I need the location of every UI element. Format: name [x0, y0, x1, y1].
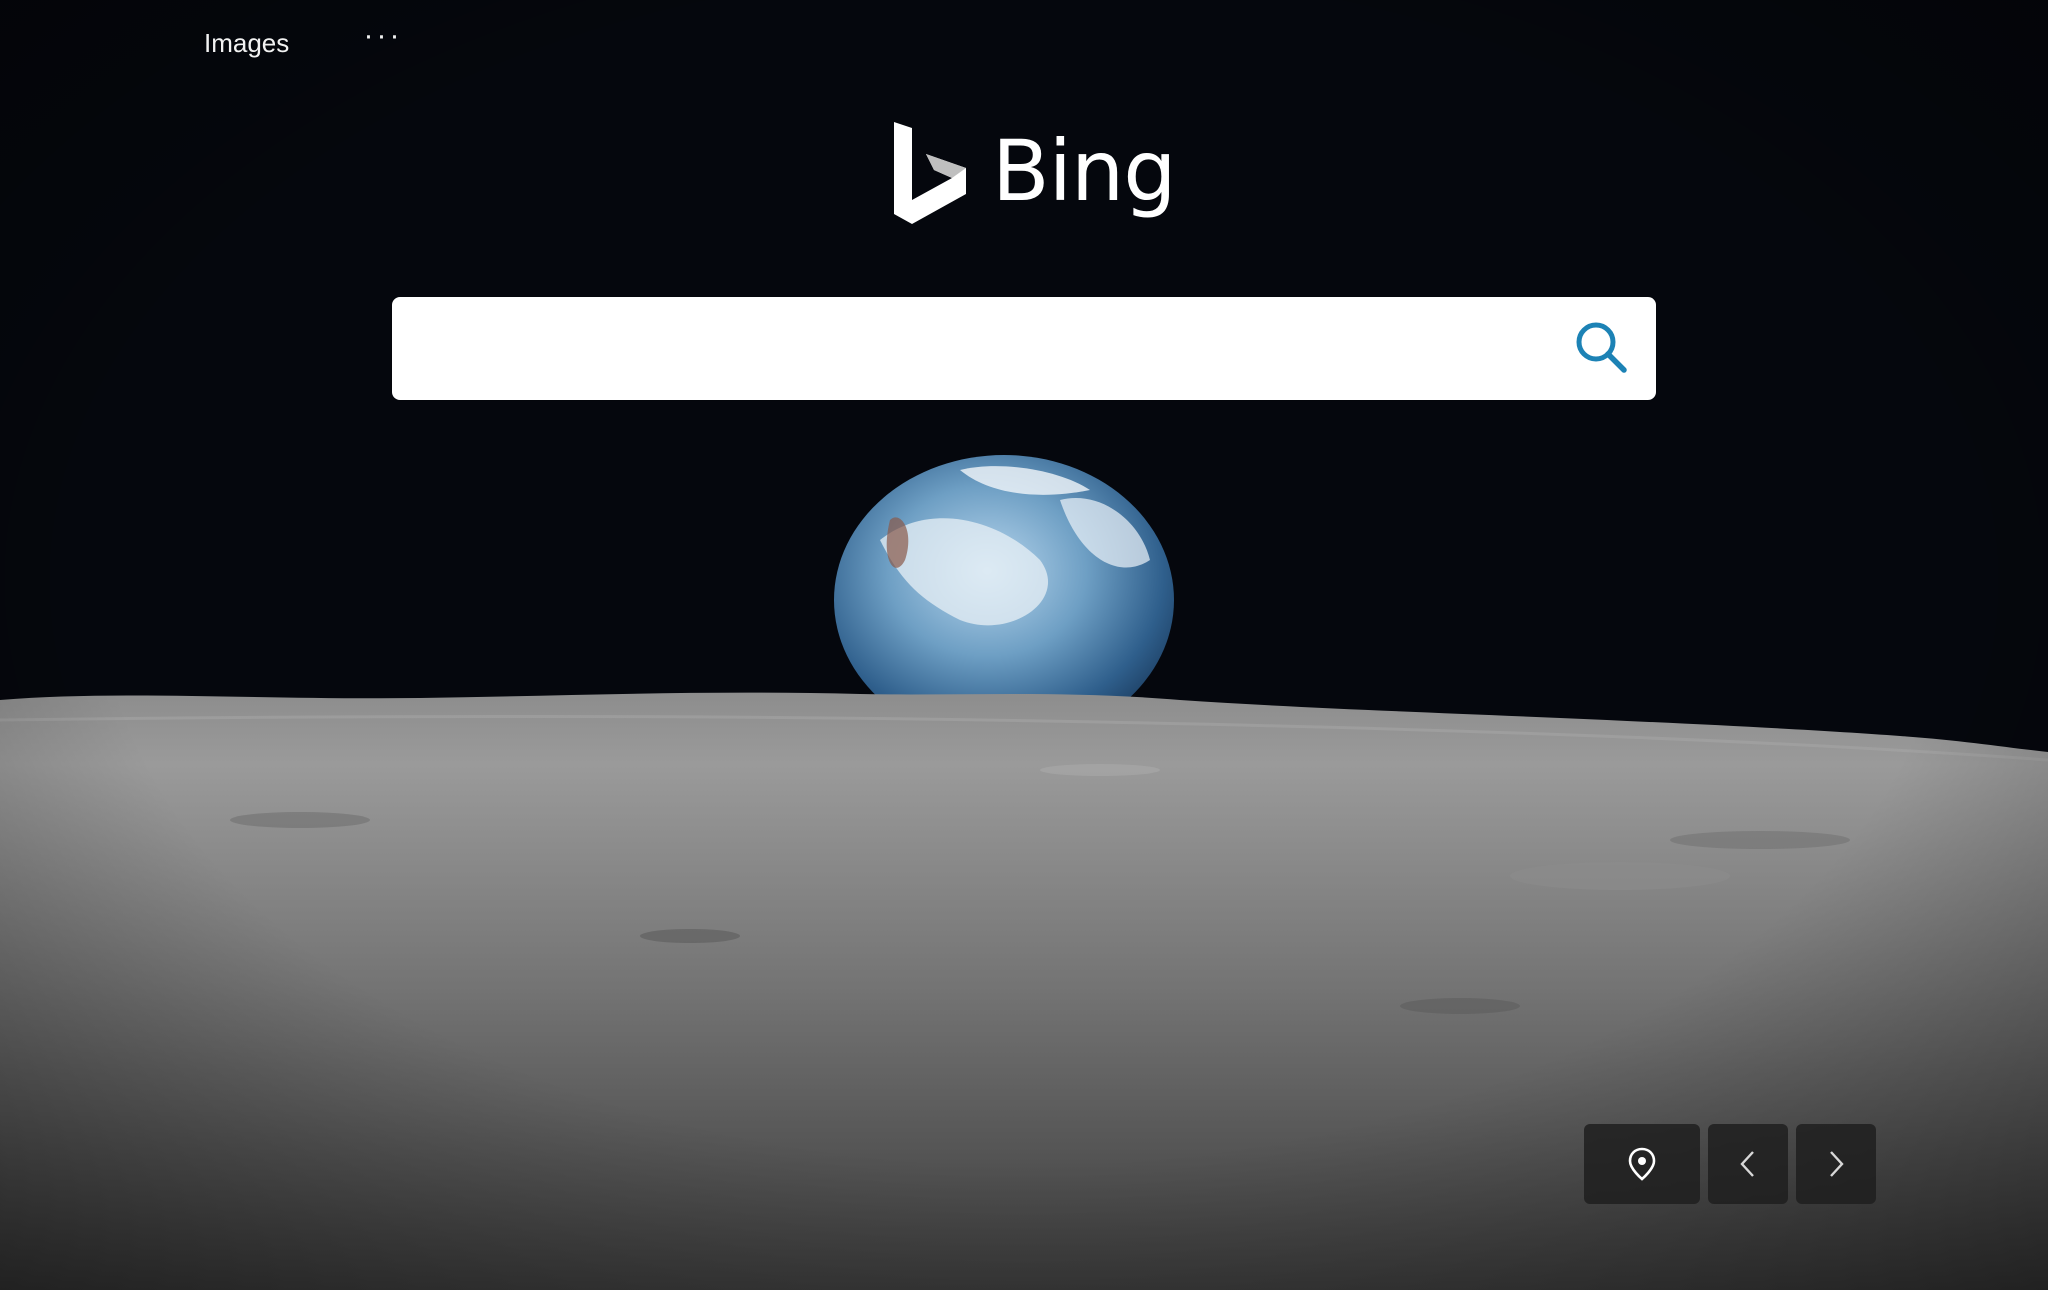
- search-button[interactable]: [1572, 318, 1632, 378]
- search-box: [392, 297, 1656, 400]
- search-icon: [1576, 322, 1627, 373]
- previous-image-button[interactable]: [1708, 1124, 1788, 1204]
- next-image-button[interactable]: [1796, 1124, 1876, 1204]
- top-navigation: Images ···: [0, 0, 2048, 90]
- chevron-left-icon: [1740, 1151, 1754, 1177]
- bing-logo[interactable]: Bing: [890, 118, 1177, 228]
- search-input[interactable]: [416, 317, 1520, 382]
- bing-homepage: Images ··· Bing: [0, 0, 2048, 1290]
- image-location-button[interactable]: [1584, 1124, 1700, 1204]
- images-link[interactable]: Images: [204, 28, 289, 59]
- logo-text: Bing: [992, 122, 1177, 220]
- more-menu-button[interactable]: ···: [358, 16, 408, 56]
- bing-logo-icon: [894, 122, 966, 224]
- location-pin-icon: [1628, 1147, 1656, 1181]
- chevron-right-icon: [1830, 1151, 1844, 1177]
